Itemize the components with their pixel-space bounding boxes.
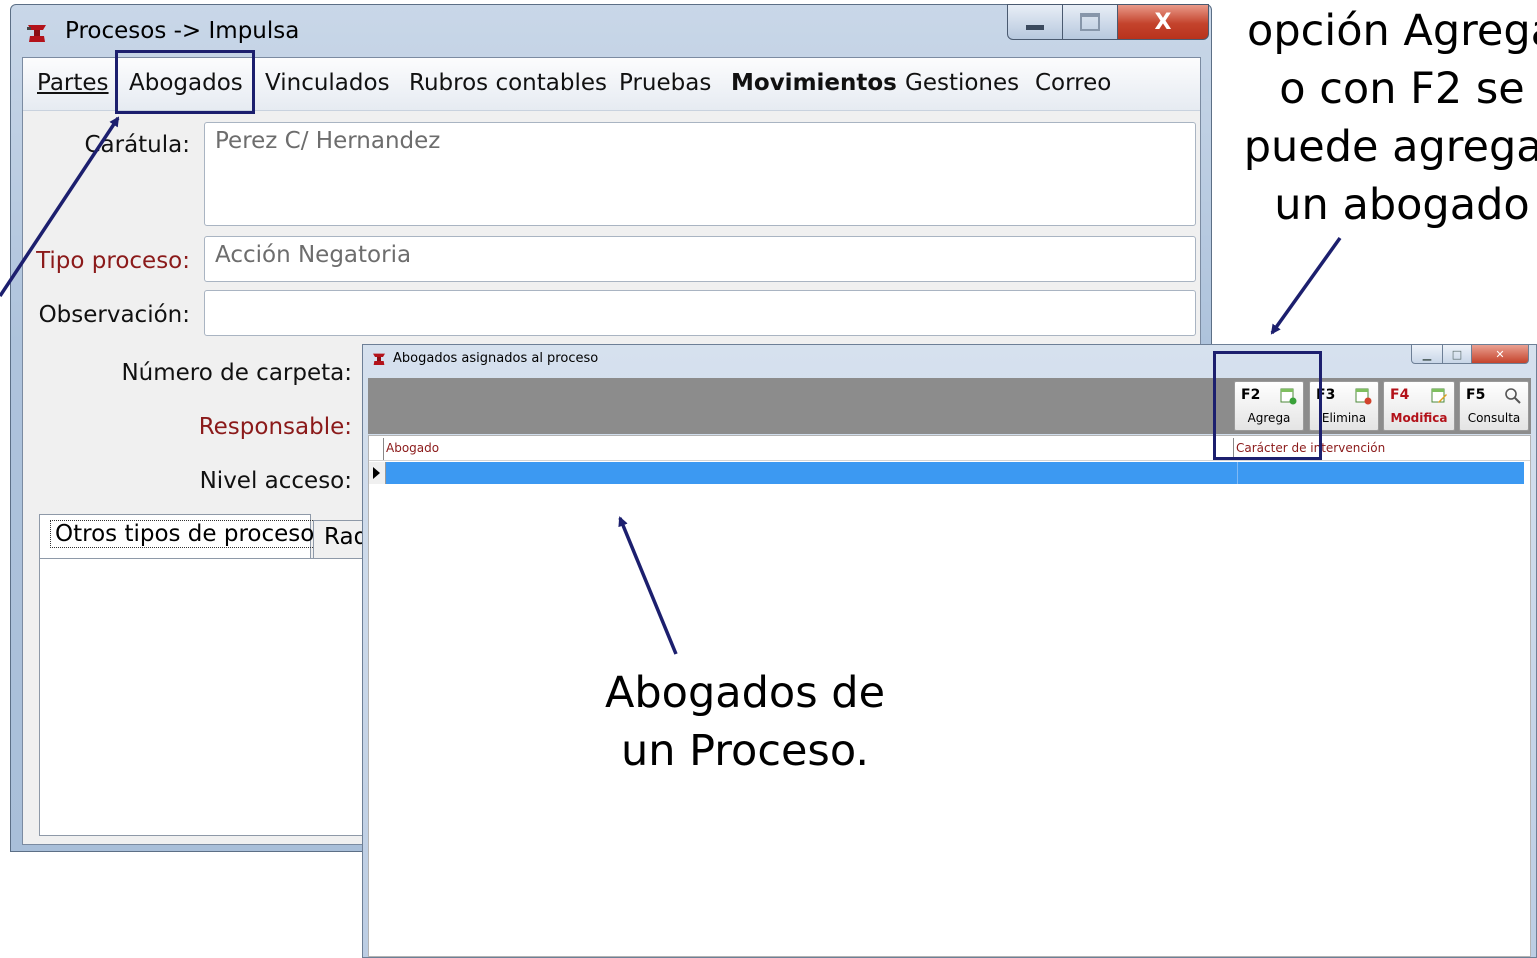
arrow-to-abogados-menu (0, 116, 120, 297)
annotation-arrows (0, 116, 1342, 655)
arrow-to-grid (618, 516, 678, 655)
arrow-to-agrega-button (1270, 236, 1342, 335)
